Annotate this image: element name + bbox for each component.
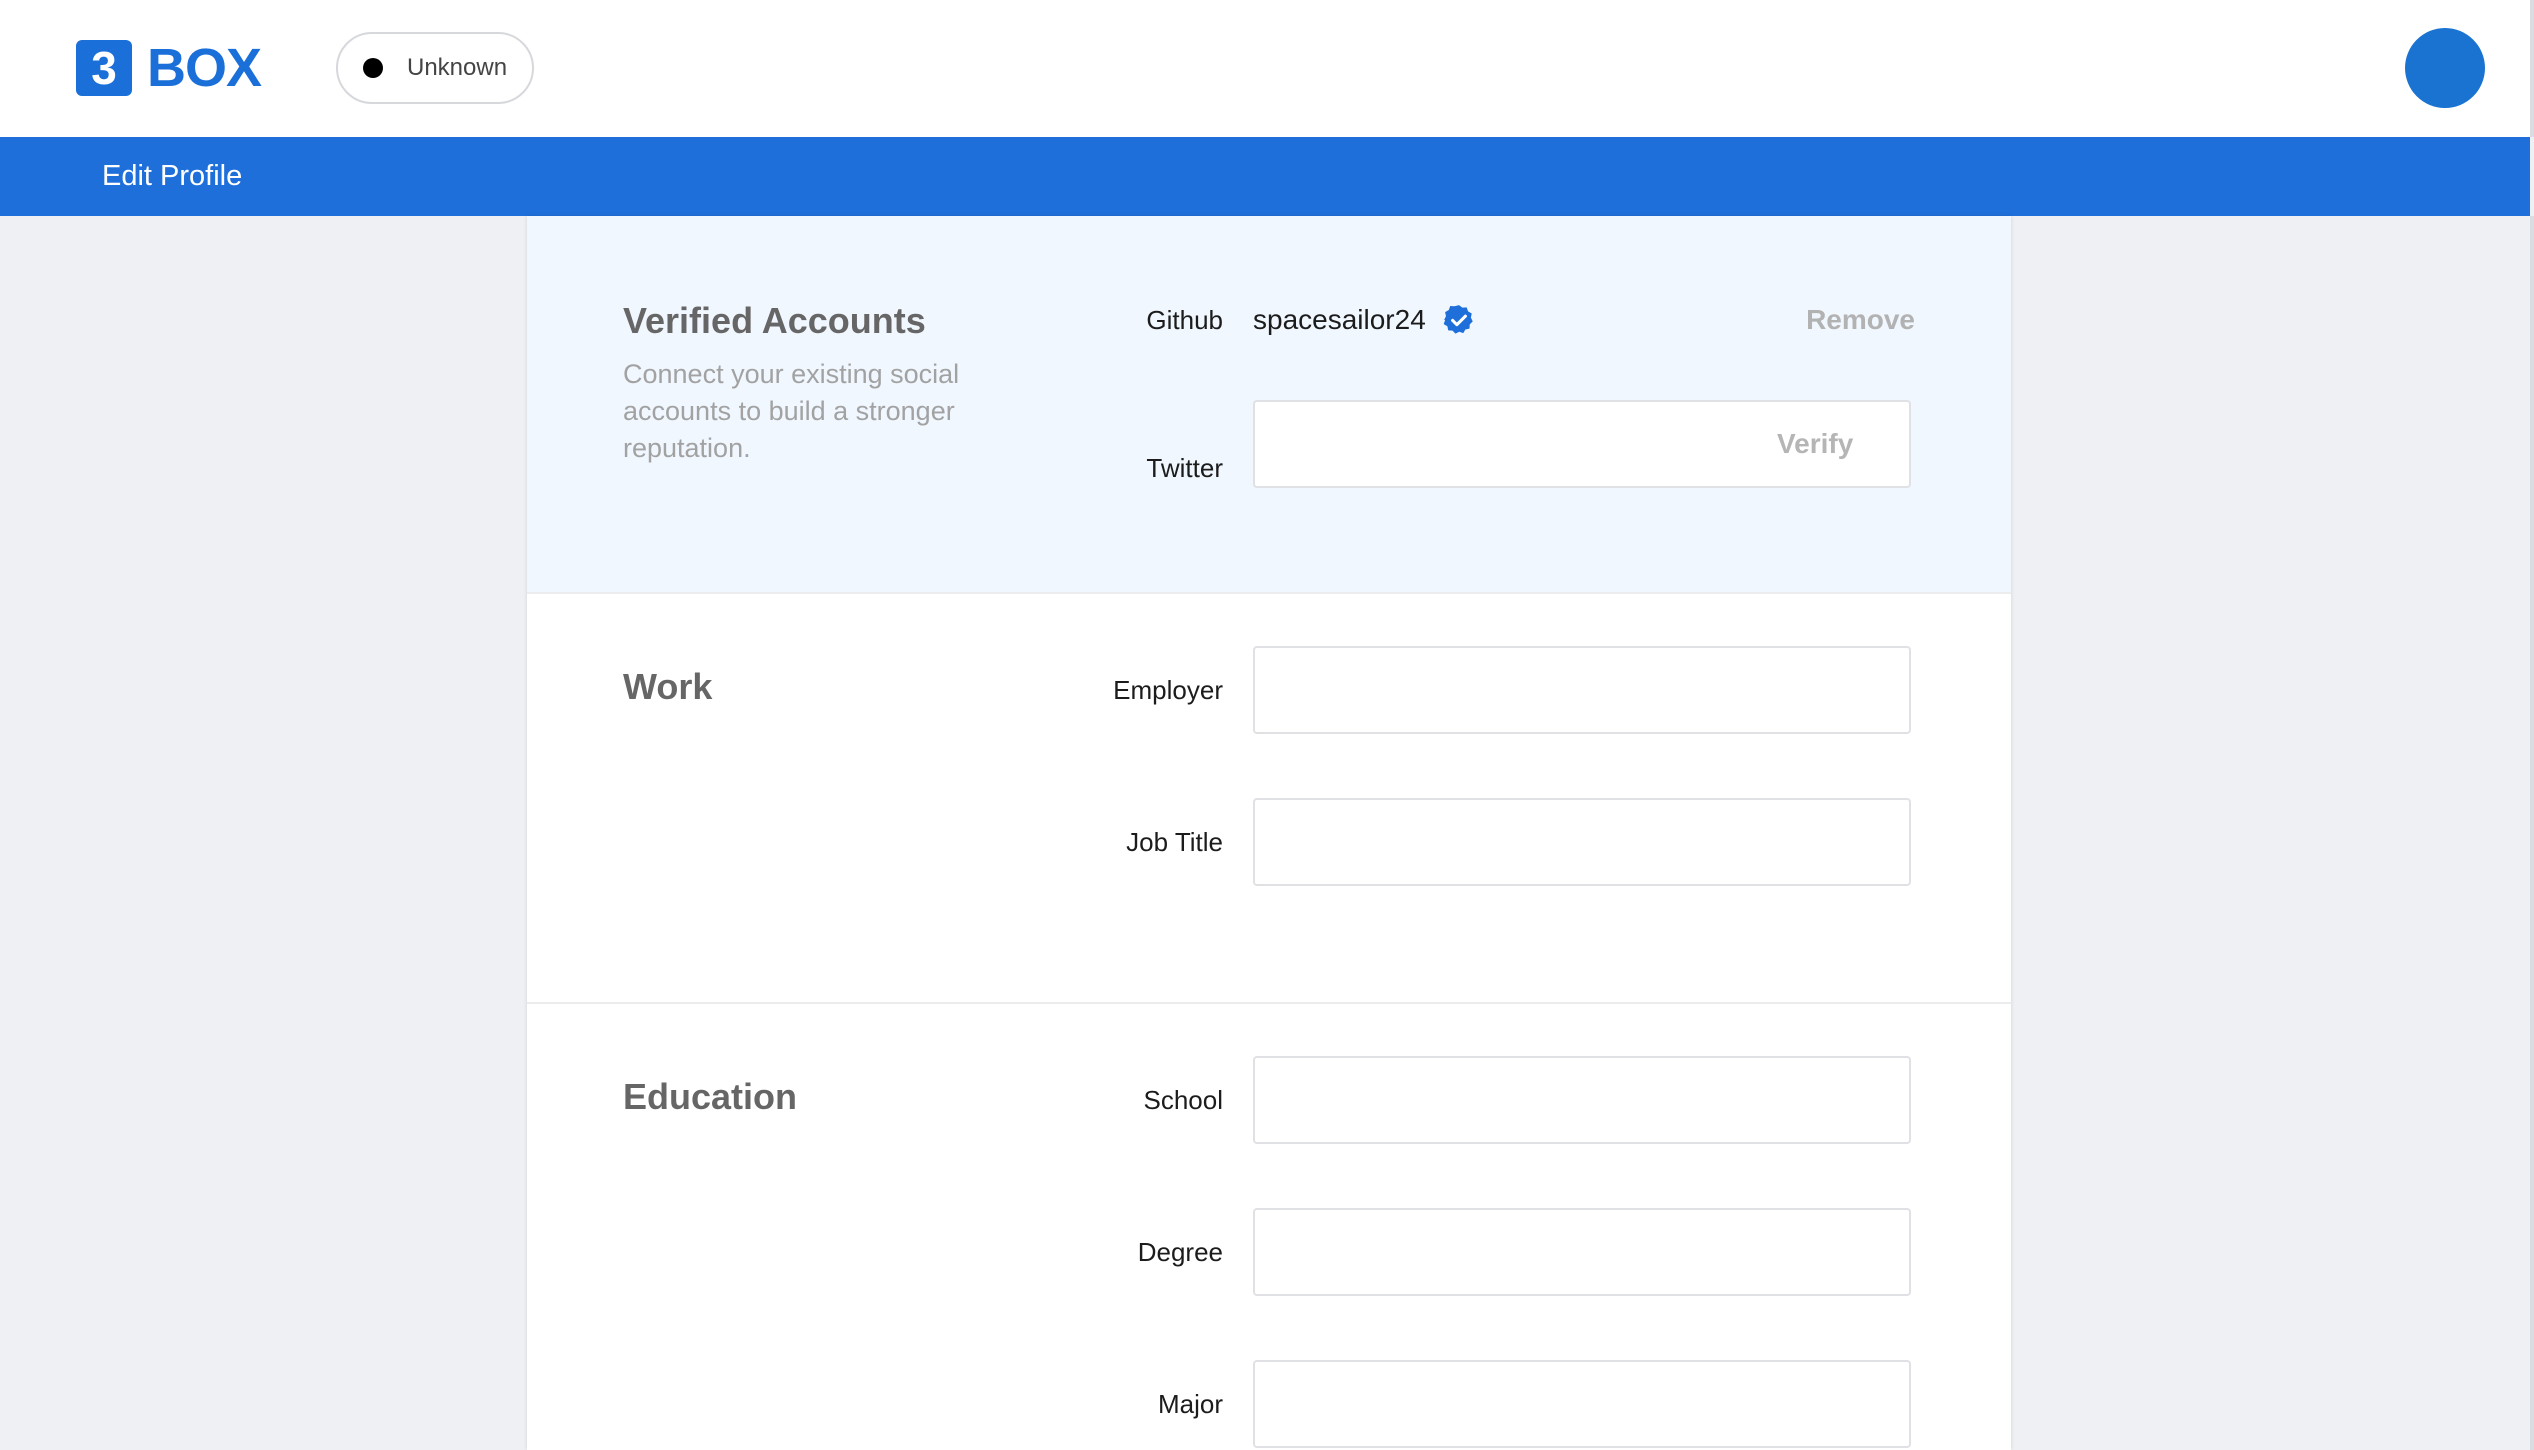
degree-input[interactable] [1253, 1208, 1911, 1296]
network-status-button[interactable]: Unknown [336, 32, 534, 104]
verified-badge-icon [1443, 305, 1473, 334]
verified-accounts-description: Connect your existing social accounts to… [623, 359, 960, 463]
section-title-verified-accounts: Verified Accounts [623, 300, 926, 341]
github-username: spacesailor24 [1253, 304, 1426, 335]
app-logo[interactable]: 3 BOX [76, 38, 262, 98]
nav-bar: Edit Profile [0, 137, 2530, 216]
status-dot-icon [363, 58, 383, 78]
major-input[interactable] [1253, 1360, 1911, 1448]
degree-label: Degree [1137, 1237, 1223, 1267]
scrollbar-track[interactable] [2530, 216, 2534, 1450]
employer-label: Employer [1113, 675, 1223, 705]
github-label: Github [1146, 305, 1223, 335]
job-title-label: Job Title [1126, 827, 1223, 857]
twitter-label: Twitter [1146, 453, 1223, 483]
job-title-input[interactable] [1253, 798, 1911, 886]
page-title: Edit Profile [102, 160, 243, 192]
education-section: Education School Degree Major [527, 1004, 2011, 1450]
school-input[interactable] [1253, 1056, 1911, 1144]
section-title-education: Education [623, 1076, 798, 1117]
school-label: School [1143, 1085, 1224, 1115]
top-header: 3 BOX Unknown [0, 0, 2534, 137]
work-section: Work Employer Job Title [527, 594, 2011, 1004]
github-account: spacesailor24 [1253, 300, 1476, 340]
github-remove-button[interactable]: Remove [1806, 300, 1915, 340]
edit-profile-card: Verified Accounts Connect your existing … [527, 216, 2011, 1450]
avatar[interactable] [2405, 28, 2485, 108]
verified-accounts-section: Verified Accounts Connect your existing … [527, 216, 2011, 594]
major-label: Major [1157, 1389, 1223, 1419]
employer-input[interactable] [1253, 646, 1911, 734]
section-title-work: Work [623, 666, 713, 707]
logo-text: BOX [147, 38, 262, 98]
logo-mark: 3 [76, 40, 132, 96]
twitter-verify-button[interactable]: Verify [1777, 400, 1853, 488]
network-status-label: Unknown [407, 54, 508, 81]
